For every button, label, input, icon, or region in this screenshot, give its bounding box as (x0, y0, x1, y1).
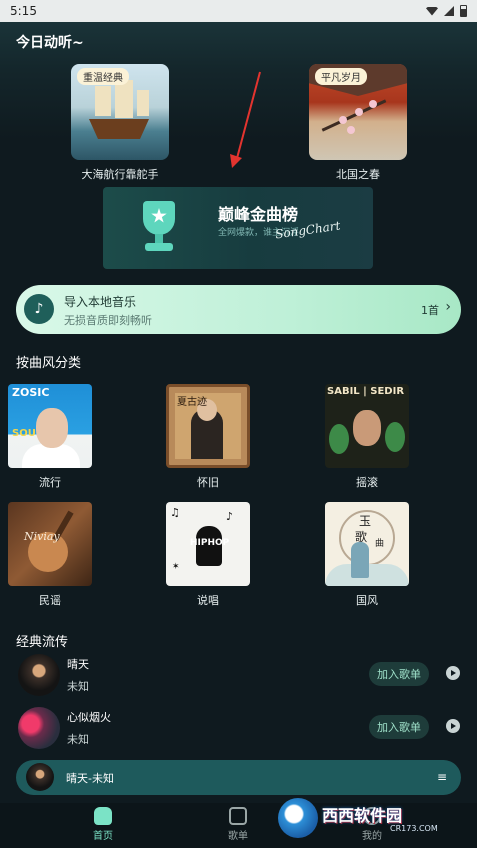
genre-cover-rap: ♫ ♪ ✶ HIPHOP (166, 502, 250, 586)
cover-text: 夏古迹 (177, 397, 207, 408)
genre-label: 国风 (356, 594, 378, 607)
song-title: 晴天 (67, 658, 89, 671)
nav-playlist-label: 歌单 (228, 831, 248, 842)
genre-rap[interactable]: ♫ ♪ ✶ HIPHOP 说唱 (166, 502, 250, 608)
watermark-logo: 西西软件园 CR173.COM (278, 798, 458, 838)
banner-title: 巅峰金曲榜 (218, 205, 299, 224)
status-icons (426, 5, 467, 17)
battery-icon (460, 5, 467, 17)
featured-card-1[interactable]: 重温经典 大海航行靠舵手 (71, 64, 169, 182)
cover-text: ZOSIC (12, 386, 50, 399)
nav-playlist[interactable]: 歌单 (208, 807, 268, 842)
status-bar: 5:15 (0, 0, 477, 22)
song-thumbnail (18, 707, 60, 749)
genre-section-title: 按曲风分类 (16, 356, 82, 371)
import-local-music-card[interactable]: ♪ 导入本地音乐 无损音质即刻畅听 1首 › (16, 285, 461, 334)
song-row[interactable]: 心似烟火 未知 加入歌单 (0, 703, 477, 753)
genre-label: 民谣 (39, 594, 61, 607)
genre-label: 流行 (39, 476, 61, 489)
genre-cover-pop: ZOSIC SOUS (8, 384, 92, 468)
song-thumbnail (18, 654, 60, 696)
watermark-sub: CR173.COM (390, 824, 438, 833)
cover-text: Niviay (24, 530, 60, 543)
now-playing-thumbnail (26, 763, 54, 791)
classics-section-title: 经典流传 (16, 635, 69, 650)
now-playing-title: 晴天-未知 (66, 772, 114, 785)
genre-cover-nostalgia: 夏古迹 (166, 384, 250, 468)
cover-text: HIPHOP (190, 538, 230, 548)
mini-player[interactable]: 晴天-未知 ≡ (16, 760, 461, 795)
signal-icon (444, 6, 454, 16)
genre-folk[interactable]: Niviay 民谣 (8, 502, 92, 608)
genre-label: 说唱 (197, 594, 219, 607)
genre-rock[interactable]: SABIL | SEDIR 摇滚 (325, 384, 409, 490)
genre-cover-rock: SABIL | SEDIR (325, 384, 409, 468)
song-artist: 未知 (67, 733, 89, 746)
page-title: 今日动听~ (16, 35, 84, 51)
trophy-icon (137, 201, 181, 255)
cover-text: 曲 (375, 539, 385, 549)
song-row[interactable]: 晴天 未知 加入歌单 (0, 650, 477, 700)
nav-home[interactable]: 首页 (73, 807, 133, 842)
genre-label: 摇滚 (356, 476, 378, 489)
playlist-icon (229, 807, 247, 825)
featured-cover-spring: 平凡岁月 (309, 64, 407, 160)
status-time: 5:15 (10, 4, 37, 18)
songchart-banner[interactable]: 巅峰金曲榜 全网爆款，谁主沉浮 SongChart (103, 187, 373, 269)
playlist-queue-icon[interactable]: ≡ (437, 770, 447, 784)
genre-cover-guofeng: 玉 歌 曲 (325, 502, 409, 586)
home-icon (94, 807, 112, 825)
genre-pop[interactable]: ZOSIC SOUS 流行 (8, 384, 92, 490)
watermark-text: 西西软件园 (322, 806, 403, 825)
import-subtitle: 无损音质即刻畅听 (64, 314, 152, 327)
nav-home-label: 首页 (93, 831, 113, 842)
watermark-icon (278, 798, 318, 838)
featured-tag: 重温经典 (77, 68, 129, 85)
cover-text: 玉 (359, 514, 372, 528)
app-screen: 5:15 今日动听~ 重温经典 大海航行靠舵手 平凡岁月 北国之春 巅峰金曲榜 … (0, 0, 477, 848)
chevron-right-icon: › (445, 299, 451, 315)
featured-card-2[interactable]: 平凡岁月 北国之春 (309, 64, 407, 182)
genre-cover-folk: Niviay (8, 502, 92, 586)
featured-caption: 大海航行靠舵手 (81, 168, 159, 181)
genre-label: 怀旧 (197, 476, 219, 489)
import-count: 1首 (421, 304, 439, 317)
featured-tag: 平凡岁月 (315, 68, 367, 85)
import-title: 导入本地音乐 (64, 295, 137, 309)
cover-text: SABIL | SEDIR (327, 386, 405, 397)
add-to-playlist-button[interactable]: 加入歌单 (369, 662, 429, 686)
song-artist: 未知 (67, 680, 89, 693)
featured-caption: 北国之春 (336, 168, 380, 181)
featured-cover-ship: 重温经典 (71, 64, 169, 160)
play-icon[interactable] (446, 719, 460, 733)
annotation-arrow-icon (230, 71, 261, 168)
add-to-playlist-button[interactable]: 加入歌单 (369, 715, 429, 739)
genre-guofeng[interactable]: 玉 歌 曲 国风 (325, 502, 409, 608)
genre-nostalgia[interactable]: 夏古迹 怀旧 (166, 384, 250, 490)
music-note-icon: ♪ (24, 294, 54, 324)
play-icon[interactable] (446, 666, 460, 680)
wifi-icon (426, 6, 438, 16)
song-title: 心似烟火 (67, 711, 111, 724)
